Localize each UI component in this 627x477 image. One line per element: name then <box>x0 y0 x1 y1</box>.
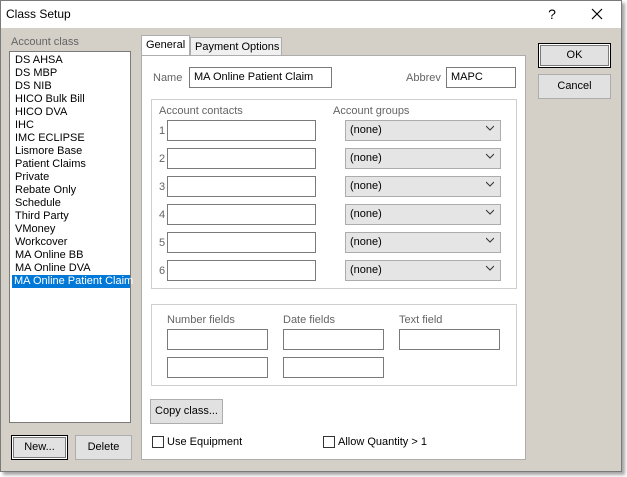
row-number: 3 <box>159 181 166 193</box>
number-fields-label: Number fields <box>167 314 235 326</box>
tab-general[interactable]: General <box>141 35 190 57</box>
row-number: 1 <box>159 125 166 137</box>
list-item[interactable]: IHC <box>13 119 36 132</box>
account-class-list[interactable]: DS AHSA DS MBP DS NIB HICO Bulk Bill HIC… <box>9 51 133 423</box>
account-group-select[interactable]: (none) <box>345 204 501 225</box>
account-group-select[interactable]: (none) <box>345 120 501 141</box>
list-item[interactable]: Schedule <box>13 197 63 210</box>
account-contacts-label: Account contacts <box>159 105 243 117</box>
account-class-label: Account class <box>11 36 79 48</box>
custom-fields-group: Number fields Date fields Text field <box>151 304 517 386</box>
select-value: (none) <box>350 124 382 136</box>
use-equipment-checkbox[interactable] <box>152 436 164 448</box>
account-contact-field[interactable] <box>167 176 316 197</box>
list-item[interactable]: Third Party <box>13 210 71 223</box>
list-item[interactable]: MA Online BB <box>13 249 85 262</box>
help-button[interactable]: ? <box>541 3 563 25</box>
new-button[interactable]: New... <box>11 435 68 460</box>
name-field[interactable]: MA Online Patient Claim <box>189 67 332 88</box>
chevron-down-icon <box>486 181 494 187</box>
abbrev-field[interactable]: MAPC <box>446 67 516 88</box>
account-contact-field[interactable] <box>167 260 316 281</box>
date-field-2[interactable] <box>283 357 384 378</box>
select-value: (none) <box>350 236 382 248</box>
chevron-down-icon <box>486 237 494 243</box>
list-item[interactable]: Rebate Only <box>13 184 78 197</box>
list-item[interactable]: DS MBP <box>13 67 59 80</box>
chevron-down-icon <box>486 153 494 159</box>
select-value: (none) <box>350 152 382 164</box>
account-group-select[interactable]: (none) <box>345 148 501 169</box>
allow-quantity-checkbox[interactable] <box>323 436 335 448</box>
allow-quantity-label: Allow Quantity > 1 <box>338 436 427 448</box>
row-number: 4 <box>159 209 166 221</box>
account-class-label-text: Account class <box>11 36 79 48</box>
account-contact-field[interactable] <box>167 120 316 141</box>
ok-button[interactable]: OK <box>538 43 611 68</box>
window-title: Class Setup <box>6 7 71 21</box>
account-contact-field[interactable] <box>167 232 316 253</box>
list-item[interactable]: Lismore Base <box>13 145 84 158</box>
select-value: (none) <box>350 180 382 192</box>
delete-button[interactable]: Delete <box>75 435 132 460</box>
chevron-down-icon <box>486 125 494 131</box>
account-contact-field[interactable] <box>167 204 316 225</box>
use-equipment-label: Use Equipment <box>167 436 243 448</box>
name-label: Name <box>153 72 183 84</box>
list-item[interactable]: DS AHSA <box>13 54 65 67</box>
list-item-selected[interactable]: MA Online Patient Claim <box>12 275 133 288</box>
title-bar: Class Setup ? <box>1 1 621 28</box>
date-field-1[interactable] <box>283 329 384 350</box>
list-item[interactable]: Private <box>13 171 51 184</box>
number-field-1[interactable] <box>167 329 268 350</box>
account-contact-field[interactable] <box>167 148 316 169</box>
account-group-select[interactable]: (none) <box>345 232 501 253</box>
row-number: 5 <box>159 237 166 249</box>
close-button[interactable] <box>583 3 611 25</box>
copy-class-button[interactable]: Copy class... <box>150 399 223 424</box>
accounts-group: Account contacts Account groups 1 (none)… <box>151 99 517 289</box>
account-group-select[interactable]: (none) <box>345 176 501 197</box>
list-item[interactable]: Workcover <box>13 236 69 249</box>
number-field-2[interactable] <box>167 357 268 378</box>
row-number: 6 <box>159 265 166 277</box>
tab-payment-options[interactable]: Payment Options <box>190 37 282 57</box>
abbrev-label: Abbrev <box>406 72 441 84</box>
list-item[interactable]: HICO Bulk Bill <box>13 93 87 106</box>
date-fields-label: Date fields <box>283 314 335 326</box>
account-group-select[interactable]: (none) <box>345 260 501 281</box>
list-item[interactable]: MA Online DVA <box>13 262 93 275</box>
list-item[interactable]: HICO DVA <box>13 106 69 119</box>
list-item[interactable]: IMC ECLIPSE <box>13 132 87 145</box>
chevron-down-icon <box>486 265 494 271</box>
class-setup-window: Class Setup ? Account class DS AHSA DS M… <box>0 0 622 472</box>
list-item[interactable]: VMoney <box>13 223 57 236</box>
text-field-1[interactable] <box>399 329 500 350</box>
list-item[interactable]: Patient Claims <box>13 158 88 171</box>
account-groups-label: Account groups <box>333 105 410 117</box>
select-value: (none) <box>350 208 382 220</box>
select-value: (none) <box>350 264 382 276</box>
list-item[interactable]: DS NIB <box>13 80 54 93</box>
cancel-button[interactable]: Cancel <box>538 74 611 99</box>
text-field-label: Text field <box>399 314 443 326</box>
row-number: 2 <box>159 153 166 165</box>
close-icon <box>591 8 603 20</box>
chevron-down-icon <box>486 209 494 215</box>
general-tab-panel: Name MA Online Patient Claim Abbrev MAPC… <box>141 55 526 460</box>
